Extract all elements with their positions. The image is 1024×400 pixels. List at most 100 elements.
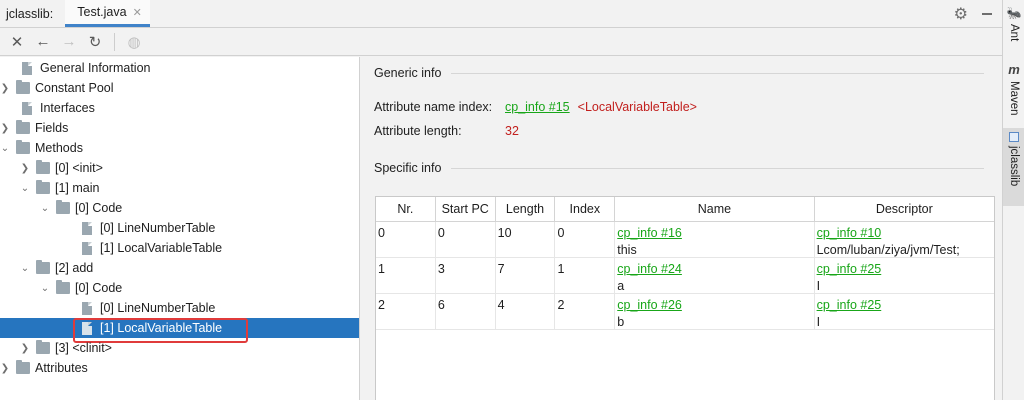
side-tab-label: jclasslib (1008, 146, 1020, 187)
folder-icon (16, 140, 30, 154)
cell-index: 2 (555, 294, 616, 329)
attribute-name-index-row: Attribute name index: cp_info #15 <Local… (374, 100, 697, 114)
side-tab-jclasslib[interactable]: jclasslib (1003, 128, 1024, 206)
side-tab-maven[interactable]: m Maven (1003, 62, 1024, 124)
cp-info-link[interactable]: cp_info #15 (505, 100, 570, 114)
section-title: Specific info (374, 161, 442, 175)
table-row[interactable]: 0 0 10 0 cp_info #16 this cp_info #10 Lc… (376, 222, 994, 258)
file-icon (82, 221, 92, 235)
side-tab-label: Ant (1008, 24, 1020, 42)
descriptor-value: Lcom/luban/ziya/jvm/Test; (816, 243, 960, 257)
tree-item-label: Constant Pool (35, 81, 114, 95)
column-header-start-pc[interactable]: Start PC (436, 197, 496, 221)
chevron-down-icon[interactable]: ⌄ (20, 183, 30, 194)
table-row[interactable]: 2 6 4 2 cp_info #26 b cp_info #25 I (376, 294, 994, 330)
tree-item-main-line-number-table[interactable]: [0] LineNumberTable (0, 218, 359, 238)
tab-test-java[interactable]: Test.java ✕ (65, 0, 150, 27)
attribute-name-index-label: Attribute name index: (374, 100, 493, 114)
generic-info-header: Generic info (374, 66, 994, 80)
name-value: this (617, 243, 637, 257)
descriptor-cp-info-link[interactable]: cp_info #10 (817, 225, 994, 242)
chevron-right-icon[interactable]: ❯ (0, 83, 10, 94)
tree-item-interfaces[interactable]: Interfaces (0, 98, 359, 118)
cell-nr: 1 (376, 258, 436, 293)
tree-item-fields[interactable]: ❯ Fields (0, 118, 359, 138)
name-cp-info-link[interactable]: cp_info #26 (617, 297, 813, 314)
tree-item-add-code[interactable]: ⌄ [0] Code (0, 278, 359, 298)
close-icon[interactable]: ✕ (6, 31, 28, 53)
ant-icon: 🐜 (1006, 6, 1022, 20)
tree-item-constant-pool[interactable]: ❯ Constant Pool (0, 78, 359, 98)
back-arrow-icon[interactable]: ← (32, 31, 54, 53)
descriptor-cp-info-link[interactable]: cp_info #25 (817, 261, 994, 278)
tree-item-method-init[interactable]: ❯ [0] <init> (0, 158, 359, 178)
side-tab-ant[interactable]: 🐜 Ant (1003, 6, 1024, 50)
tab-header: jclasslib: Test.java ✕ ⚙ (0, 0, 1002, 28)
tab-close-icon[interactable]: ✕ (133, 6, 142, 19)
chevron-right-icon[interactable]: ❯ (0, 363, 10, 374)
cell-start-pc: 0 (436, 222, 496, 257)
file-icon (82, 301, 92, 315)
tab-label: Test.java (77, 5, 127, 19)
tree-item-label: [3] <clinit> (55, 341, 112, 355)
chevron-down-icon[interactable]: ⌄ (40, 283, 50, 294)
column-header-nr[interactable]: Nr. (376, 197, 436, 221)
tree-item-label: Interfaces (40, 101, 95, 115)
chevron-down-icon[interactable]: ⌄ (40, 203, 50, 214)
name-value: b (617, 315, 625, 329)
tree-item-main-local-variable-table[interactable]: [1] LocalVariableTable (0, 238, 359, 258)
tree-item-methods[interactable]: ⌄ Methods (0, 138, 359, 158)
name-cp-info-link[interactable]: cp_info #16 (617, 225, 813, 242)
folder-icon (16, 120, 30, 134)
column-header-index[interactable]: Index (555, 197, 616, 221)
tree-item-label: [1] LocalVariableTable (100, 241, 223, 255)
descriptor-cp-info-link[interactable]: cp_info #25 (817, 297, 994, 314)
column-header-name[interactable]: Name (615, 197, 815, 221)
file-icon (82, 241, 92, 255)
tree-item-main-code[interactable]: ⌄ [0] Code (0, 198, 359, 218)
cell-index: 1 (555, 258, 616, 293)
tree-item-label: General Information (40, 61, 151, 75)
tree-item-label: Fields (35, 121, 69, 135)
descriptor-value: I (816, 315, 821, 329)
tree-item-label: [0] <init> (55, 161, 103, 175)
tree-item-general-information[interactable]: General Information (0, 58, 359, 78)
cell-nr: 0 (376, 222, 436, 257)
chevron-right-icon[interactable]: ❯ (0, 123, 10, 134)
toolbar-separator (114, 32, 115, 51)
specific-info-header: Specific info (374, 161, 994, 175)
attribute-length-value: 32 (505, 124, 519, 138)
descriptor-value: I (816, 279, 821, 293)
name-cp-info-link[interactable]: cp_info #24 (617, 261, 813, 278)
chevron-down-icon[interactable]: ⌄ (20, 263, 30, 274)
tree-item-add-line-number-table[interactable]: [0] LineNumberTable (0, 298, 359, 318)
chevron-right-icon[interactable]: ❯ (20, 343, 30, 354)
table-row[interactable]: 1 3 7 1 cp_info #24 a cp_info #25 I (376, 258, 994, 294)
reload-icon[interactable]: ↻ (84, 31, 106, 53)
jclasslib-icon (1009, 132, 1019, 142)
tree-item-method-clinit[interactable]: ❯ [3] <clinit> (0, 338, 359, 358)
file-icon (22, 61, 32, 75)
minimize-icon[interactable] (982, 12, 992, 15)
chevron-down-icon[interactable]: ⌄ (0, 143, 10, 154)
attribute-name-value: <LocalVariableTable> (577, 100, 697, 114)
column-header-descriptor[interactable]: Descriptor (815, 197, 994, 221)
forward-arrow-icon[interactable]: → (58, 31, 80, 53)
folder-icon (56, 200, 70, 214)
column-header-length[interactable]: Length (496, 197, 556, 221)
chevron-right-icon[interactable]: ❯ (20, 163, 30, 174)
tree-item-label: [0] LineNumberTable (100, 301, 216, 315)
tree-item-attributes[interactable]: ❯ Attributes (0, 358, 359, 378)
browser-icon[interactable]: ◍ (123, 31, 145, 53)
tree-item-label: [0] Code (75, 201, 123, 215)
tree-item-method-add[interactable]: ⌄ [2] add (0, 258, 359, 278)
tree-item-label: Methods (35, 141, 83, 155)
tree-item-method-main[interactable]: ⌄ [1] main (0, 178, 359, 198)
attribute-length-label: Attribute length: (374, 124, 462, 138)
cell-length: 10 (496, 222, 556, 257)
cell-length: 7 (496, 258, 556, 293)
divider (451, 72, 984, 74)
tree-item-label: Attributes (35, 361, 88, 375)
folder-icon (16, 80, 30, 94)
gear-icon[interactable]: ⚙ (954, 4, 968, 24)
